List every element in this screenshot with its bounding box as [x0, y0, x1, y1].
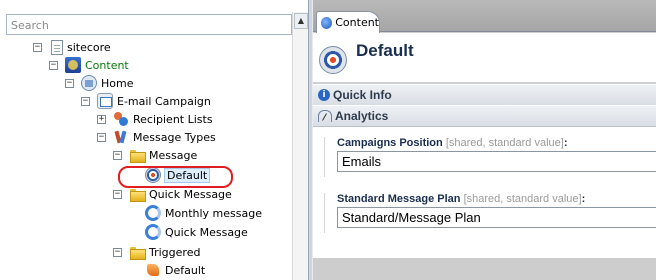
collapse-toggle[interactable]: − [33, 42, 42, 52]
content-editor-pane: Content Default i Quick Info Analytics C… [313, 0, 656, 280]
message-types-icon [113, 129, 129, 145]
gauge-icon [318, 110, 332, 122]
collapse-toggle[interactable]: − [65, 78, 74, 88]
tree-node-sitecore[interactable]: − sitecore [33, 38, 112, 56]
section-label: Quick Info [333, 88, 392, 102]
tab-content[interactable]: Content [316, 11, 380, 33]
tree-node-content[interactable]: − Content [49, 56, 130, 74]
tree-node-message-folder[interactable]: − Message [113, 146, 198, 164]
info-icon: i [318, 89, 330, 101]
collapse-toggle[interactable]: − [113, 189, 122, 199]
content-icon [65, 57, 81, 73]
collapse-toggle[interactable]: − [49, 60, 58, 70]
content-tree: − sitecore − Content − Home − E-mail Cam… [0, 36, 292, 280]
editor-tabstrip: Content [313, 0, 656, 33]
field-campaigns-position: Campaigns Position [shared, standard val… [324, 137, 656, 177]
item-header: Default [313, 33, 656, 83]
tree-node-triggered-default[interactable]: Default [145, 261, 206, 279]
tree-node-label[interactable]: Message Types [132, 130, 217, 145]
scroll-up-arrow-icon[interactable]: ▲ [294, 13, 308, 29]
tree-node-label[interactable]: Quick Message [148, 187, 233, 202]
content-tab-icon [321, 16, 333, 29]
analytics-section-body: Campaigns Position [shared, standard val… [313, 127, 656, 258]
recurring-message-icon [145, 224, 161, 240]
tree-node-label[interactable]: Monthly message [164, 206, 263, 221]
search-box[interactable] [6, 14, 292, 35]
standard-message-plan-input[interactable]: Standard/Message Plan [337, 207, 656, 228]
selection-highlight-ring [118, 166, 233, 188]
collapse-toggle[interactable]: − [81, 96, 90, 106]
section-label: Analytics [335, 109, 389, 123]
tree-node-label[interactable]: Triggered [148, 245, 201, 260]
search-input[interactable] [11, 17, 287, 33]
tree-node-email-campaign[interactable]: − E-mail Campaign [81, 92, 212, 110]
page-icon [51, 39, 63, 55]
triggered-message-icon [145, 262, 161, 278]
tree-node-home[interactable]: − Home [65, 74, 134, 92]
tab-label: Content [335, 16, 379, 29]
tree-node-triggered-folder[interactable]: − Triggered [113, 243, 201, 261]
tree-node-label[interactable]: Quick Message [164, 225, 249, 240]
item-title: Default [356, 41, 414, 60]
folder-icon [129, 186, 146, 202]
collapse-toggle[interactable]: − [97, 132, 106, 142]
tree-node-label[interactable]: Home [100, 76, 134, 91]
tree-node-quick-message[interactable]: Quick Message [145, 223, 249, 241]
campaigns-position-input[interactable]: Emails [337, 151, 656, 172]
tree-node-monthly-message[interactable]: Monthly message [145, 204, 263, 222]
folder-icon [129, 147, 146, 163]
recipients-icon [113, 111, 129, 127]
expand-toggle[interactable]: + [97, 114, 106, 124]
field-standard-message-plan: Standard Message Plan [shared, standard … [324, 193, 656, 233]
editor-empty-area [313, 258, 656, 280]
field-label: Standard Message Plan [shared, standard … [337, 193, 586, 205]
section-quick-info[interactable]: i Quick Info [313, 84, 656, 106]
tree-node-recipient-lists[interactable]: + Recipient Lists [97, 110, 214, 128]
collapse-toggle[interactable]: − [113, 150, 122, 160]
recurring-message-icon [145, 205, 161, 221]
tree-node-message-types[interactable]: − Message Types [97, 128, 217, 146]
home-icon [81, 75, 97, 91]
target-icon [319, 46, 347, 74]
tree-node-label[interactable]: Recipient Lists [132, 112, 214, 127]
folder-icon [129, 244, 146, 260]
tree-node-label[interactable]: E-mail Campaign [116, 94, 212, 109]
tree-scrollbar[interactable]: ▲ [292, 12, 308, 280]
tree-node-label[interactable]: sitecore [66, 40, 112, 55]
content-tree-pane: − sitecore − Content − Home − E-mail Cam… [0, 0, 308, 280]
email-campaign-icon [97, 93, 113, 109]
tree-node-label[interactable]: Default [164, 263, 206, 278]
section-analytics[interactable]: Analytics [313, 105, 656, 127]
field-label: Campaigns Position [shared, standard val… [337, 137, 568, 149]
collapse-toggle[interactable]: − [113, 247, 122, 257]
tree-node-label[interactable]: Content [84, 58, 130, 73]
tree-node-label[interactable]: Message [148, 148, 198, 163]
